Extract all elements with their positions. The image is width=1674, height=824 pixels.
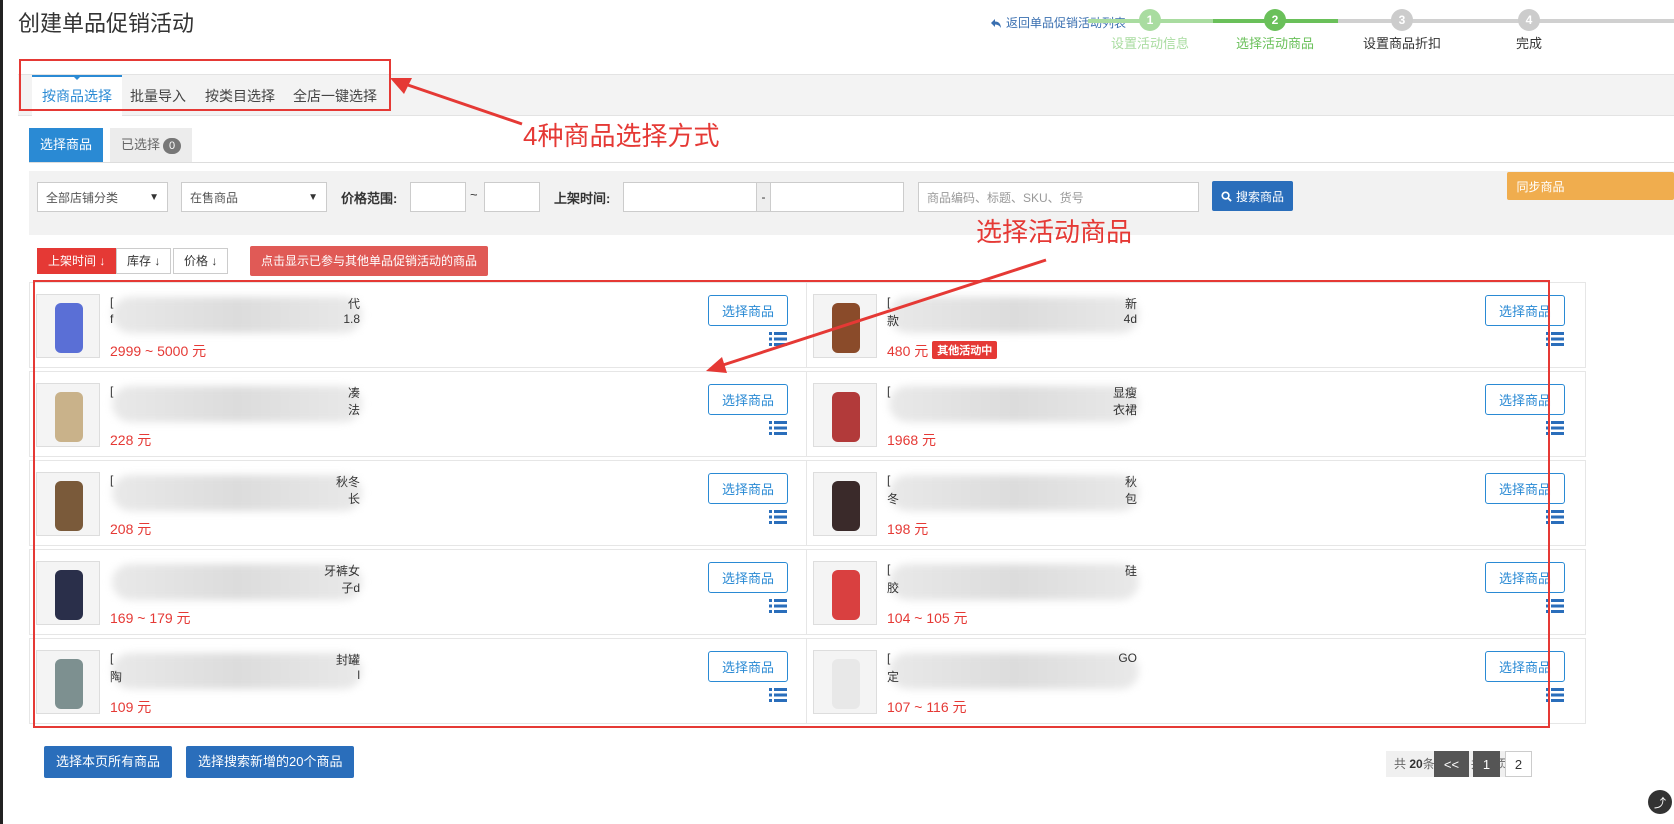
select-new-goods-button[interactable]: 选择搜索新增的20个商品 (186, 746, 355, 778)
annotation-arrow-line-1 (401, 81, 523, 126)
page-2-button[interactable]: 2 (1505, 751, 1532, 777)
select-page-all-button[interactable]: 选择本页所有商品 (44, 746, 173, 778)
annotation-arrow-line-2 (719, 258, 1047, 368)
summary-prefix: 共 (1394, 757, 1407, 771)
annotation-arrows (390, 78, 1047, 373)
page-1-button[interactable]: 1 (1473, 751, 1500, 777)
screenshot-tool-icon[interactable]: ⤴ (1648, 790, 1672, 814)
total-records: 20 (1409, 757, 1423, 771)
annotation-arrowhead-2 (706, 357, 727, 373)
prev-page-button[interactable]: << (1434, 751, 1469, 777)
